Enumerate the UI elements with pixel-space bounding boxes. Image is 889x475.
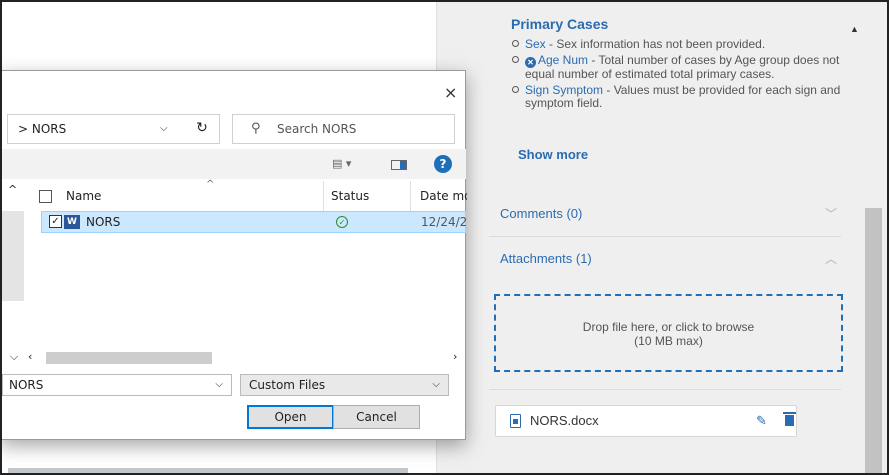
search-icon: ⚲ <box>251 121 261 136</box>
attachment-item: NORS.docx ✎ <box>495 405 797 437</box>
primary-cases-title: Primary Cases <box>511 16 609 32</box>
column-header-name[interactable]: Name <box>66 189 101 203</box>
chevron-up-icon[interactable]: ︿ <box>825 237 837 281</box>
trash-icon[interactable] <box>783 412 796 426</box>
column-header-date[interactable]: Date mo <box>420 189 467 203</box>
filename-input[interactable]: NORS ⌵ <box>2 374 232 396</box>
footer-bar <box>8 468 408 475</box>
document-icon <box>510 414 521 428</box>
dropzone-text: Drop file here, or click to browse <box>582 320 755 334</box>
issue-age-num: ✕ Age Num - Total number of cases by Age … <box>507 54 843 81</box>
file-row[interactable]: ✓ W NORS ✓ 12/24/2 <box>41 211 466 233</box>
file-date: 12/24/2 <box>421 215 466 229</box>
file-type-select[interactable]: Custom Files ⌵ <box>240 374 449 396</box>
help-icon[interactable]: ? <box>434 155 452 173</box>
file-type-value: Custom Files <box>249 378 326 392</box>
comments-label: Comments (0) <box>500 206 583 221</box>
issue-sex: Sex - Sex information has not been provi… <box>507 38 843 51</box>
issue-sign-symptom: Sign Symptom - Values must be provided f… <box>507 84 843 110</box>
chevron-down-icon[interactable]: ⌵ <box>160 115 168 143</box>
file-name: NORS <box>86 215 121 229</box>
search-placeholder: Search NORS <box>277 122 357 136</box>
cancel-button[interactable]: Cancel <box>333 405 420 429</box>
bullet-icon <box>512 40 519 47</box>
bullet-icon <box>512 56 519 63</box>
dialog-toolbar: ▤ ▾ ? <box>2 149 466 179</box>
scrollbar-thumb[interactable] <box>2 211 24 301</box>
show-more-link[interactable]: Show more <box>518 147 588 162</box>
scroll-right-icon[interactable]: › <box>453 350 457 363</box>
chevron-down-icon[interactable]: ⌵ <box>432 375 440 395</box>
search-input[interactable]: ⚲ Search NORS <box>232 114 455 144</box>
row-checkbox[interactable]: ✓ <box>49 215 62 228</box>
panel-scrollbar[interactable] <box>865 208 882 475</box>
close-icon[interactable]: × <box>444 83 457 102</box>
breadcrumb[interactable]: > NORS <box>18 115 66 143</box>
select-all-checkbox[interactable] <box>39 190 52 203</box>
edit-pencil-icon[interactable]: ✎ <box>756 406 767 436</box>
file-dropzone[interactable]: Drop file here, or click to browse (10 M… <box>494 294 843 372</box>
attachment-filename[interactable]: NORS.docx <box>530 406 599 436</box>
scrollbar-thumb[interactable] <box>46 352 212 364</box>
chevron-down-icon[interactable]: ﹀ <box>825 192 837 236</box>
chevron-down-icon[interactable]: ⌵ <box>215 375 223 395</box>
attachments-section-header[interactable]: Attachments (1) ︿ <box>489 236 841 280</box>
preview-pane-icon[interactable] <box>391 160 407 170</box>
detail-panel: Primary Cases ▲ Sex - Sex information ha… <box>436 0 889 475</box>
sync-ok-icon: ✓ <box>336 216 348 228</box>
file-list-header: Name ^ Status Date mo <box>25 179 467 211</box>
dropzone-size-limit: (10 MB max) <box>634 334 703 348</box>
issue-text: - Sex information has not been provided. <box>545 37 766 51</box>
refresh-icon[interactable]: ↻ <box>188 114 216 144</box>
validation-issues-list: Sex - Sex information has not been provi… <box>507 38 843 113</box>
open-button[interactable]: Open <box>247 405 334 429</box>
divider <box>489 389 841 390</box>
issue-link-sign-symptom[interactable]: Sign Symptom <box>525 83 603 97</box>
chevron-up-icon[interactable]: ▲ <box>850 24 859 34</box>
sort-caret-icon: ^ <box>206 179 215 190</box>
scroll-left-icon[interactable]: ‹ <box>28 350 32 363</box>
chevron-down-icon[interactable]: ⌵ <box>10 350 18 364</box>
word-doc-icon: W <box>64 215 80 229</box>
column-header-status[interactable]: Status <box>331 189 369 203</box>
file-open-dialog: × > NORS ⌵ ↻ ⚲ Search NORS ▤ ▾ ? ^ Name … <box>0 70 467 440</box>
comments-section-header[interactable]: Comments (0) ﹀ <box>489 192 841 236</box>
issue-link-sex[interactable]: Sex <box>525 37 546 51</box>
column-divider[interactable] <box>410 181 411 211</box>
navigation-pane-scrollbar[interactable]: ^ <box>2 181 24 351</box>
chevron-up-icon[interactable]: ^ <box>8 183 17 196</box>
filename-value: NORS <box>9 378 44 392</box>
column-divider[interactable] <box>323 181 324 211</box>
attachments-label: Attachments (1) <box>500 251 592 266</box>
view-options-icon[interactable]: ▤ ▾ <box>332 157 351 170</box>
issue-link-age-num[interactable]: Age Num <box>538 53 588 67</box>
horizontal-scrollbar[interactable]: ⌵ ‹ › <box>2 349 466 367</box>
bullet-icon <box>512 86 519 93</box>
